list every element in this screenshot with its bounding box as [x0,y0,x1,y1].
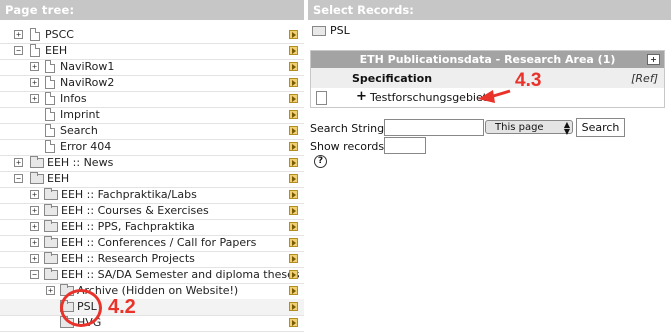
annotation-arrow [478,89,511,103]
arrow-head [478,90,495,103]
